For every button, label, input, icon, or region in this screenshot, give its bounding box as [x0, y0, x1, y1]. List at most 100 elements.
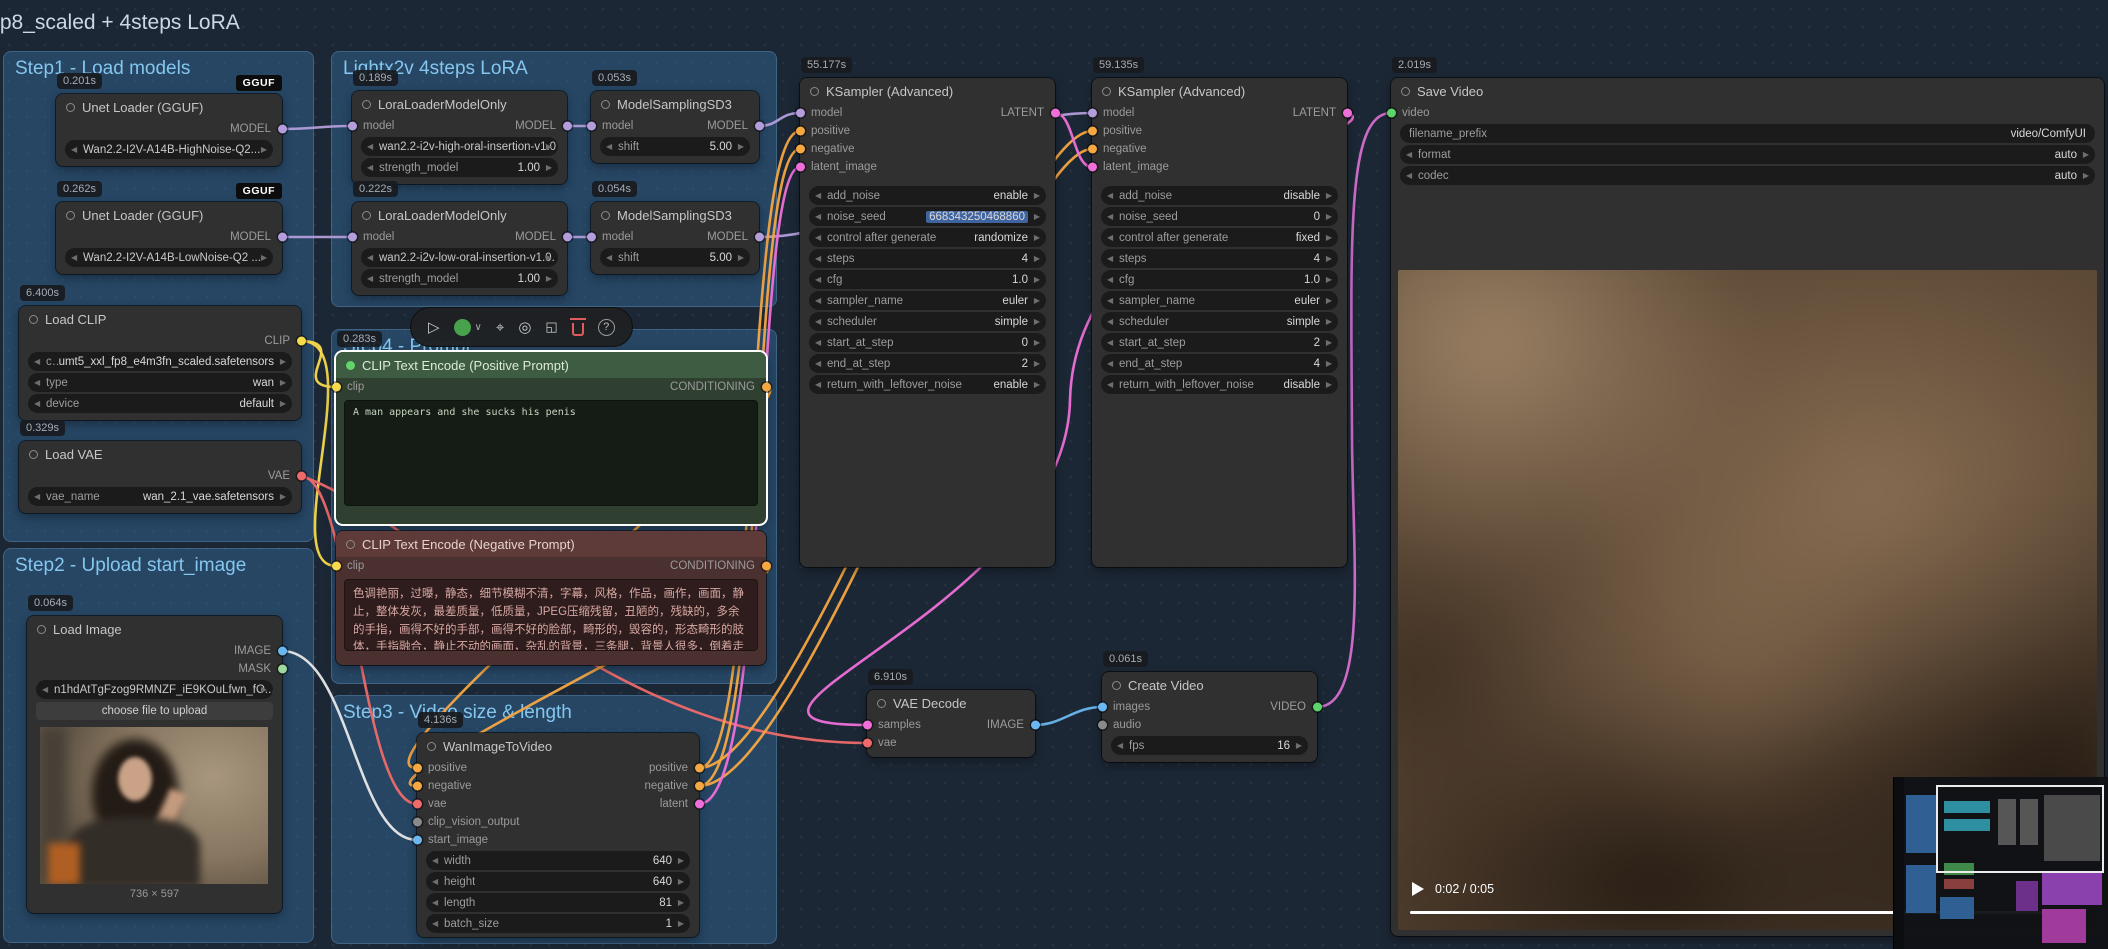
- next-value-icon[interactable]: [546, 158, 552, 177]
- node-title-bar[interactable]: Unet Loader (GGUF): [56, 202, 282, 228]
- input-dot-model[interactable]: [347, 232, 357, 242]
- widget-unet-name[interactable]: Wan2.2-I2V-A14B-HighNoise-Q2...: [65, 140, 273, 159]
- input-dot-conditioning[interactable]: [1087, 144, 1097, 154]
- widget-steps[interactable]: steps 4: [809, 249, 1046, 268]
- input-dot-model[interactable]: [586, 121, 596, 131]
- output-dot-mask[interactable]: [277, 664, 287, 674]
- prev-value-icon[interactable]: [1406, 145, 1412, 164]
- prev-value-icon[interactable]: [34, 394, 40, 413]
- input-dot-image[interactable]: [1097, 702, 1107, 712]
- node-title-bar[interactable]: LoraLoaderModelOnly: [352, 202, 567, 228]
- output-dot-conditioning[interactable]: [761, 382, 771, 392]
- node-title-bar[interactable]: CLIP Text Encode (Positive Prompt): [336, 352, 766, 378]
- output-dot-model[interactable]: [562, 232, 572, 242]
- output-dot-conditioning[interactable]: [694, 781, 704, 791]
- widget-height[interactable]: height 640: [426, 872, 690, 891]
- node-vae-decode[interactable]: 6.910s VAE Decode samples IMAGE vae: [862, 669, 1040, 757]
- output-dot-vae[interactable]: [296, 471, 306, 481]
- node-title-bar[interactable]: Save Video: [1391, 78, 2104, 104]
- node-ksampler-advanced-2[interactable]: 59.135s KSampler (Advanced) model LATENT …: [1087, 57, 1352, 567]
- run-button[interactable]: [453, 318, 471, 336]
- zoom-to-fit-icon[interactable]: [496, 319, 504, 336]
- widget-strength-model[interactable]: strength_model 1.00: [361, 158, 558, 177]
- node-model-sampling-sd3-low[interactable]: 0.054s ModelSamplingSD3 model MODEL shift…: [586, 181, 764, 274]
- input-dot-model[interactable]: [795, 108, 805, 118]
- next-value-icon[interactable]: [2083, 145, 2089, 164]
- next-value-icon[interactable]: [1034, 249, 1040, 268]
- node-lora-loader-high[interactable]: 0.189s LoraLoaderModelOnly model MODEL wa…: [347, 70, 572, 184]
- widget-end-at-step[interactable]: end_at_step 2: [809, 354, 1046, 373]
- input-dot-conditioning[interactable]: [795, 144, 805, 154]
- node-unet-loader-gguf-low[interactable]: 0.262s GGUF Unet Loader (GGUF) MODEL Wan…: [56, 181, 287, 274]
- node-model-sampling-sd3-high[interactable]: 0.053s ModelSamplingSD3 model MODEL shift…: [586, 70, 764, 163]
- output-dot-latent[interactable]: [694, 799, 704, 809]
- widget-fps[interactable]: fps 16: [1111, 736, 1308, 755]
- next-value-icon[interactable]: [678, 893, 684, 912]
- prev-value-icon[interactable]: [1107, 312, 1113, 331]
- prompt-textarea[interactable]: A man appears and she sucks his penis: [344, 400, 758, 506]
- next-value-icon[interactable]: [1034, 375, 1040, 394]
- prev-value-icon[interactable]: [71, 140, 77, 159]
- output-dot-model[interactable]: [754, 232, 764, 242]
- next-value-icon[interactable]: [1326, 333, 1332, 352]
- input-dot-latent[interactable]: [862, 720, 872, 730]
- node-ksampler-advanced-1[interactable]: 55.177s KSampler (Advanced) model LATENT …: [795, 57, 1060, 567]
- widget-scheduler[interactable]: scheduler simple: [809, 312, 1046, 331]
- widget-format[interactable]: format auto: [1400, 145, 2095, 164]
- prev-value-icon[interactable]: [71, 248, 77, 267]
- node-title-bar[interactable]: Load VAE: [19, 441, 301, 467]
- output-dot-conditioning[interactable]: [761, 561, 771, 571]
- prev-value-icon[interactable]: [367, 269, 373, 288]
- input-dot-conditioning[interactable]: [412, 763, 422, 773]
- prev-value-icon[interactable]: [815, 207, 821, 226]
- node-title-bar[interactable]: KSampler (Advanced): [800, 78, 1055, 104]
- widget-strength-model[interactable]: strength_model 1.00: [361, 269, 558, 288]
- next-value-icon[interactable]: [1034, 207, 1040, 226]
- minimap-viewport[interactable]: [1936, 785, 2104, 873]
- node-title-bar[interactable]: ModelSamplingSD3: [591, 91, 759, 117]
- widget-batch-size[interactable]: batch_size 1: [426, 914, 690, 933]
- prev-value-icon[interactable]: [1107, 354, 1113, 373]
- input-dot-latent[interactable]: [1087, 162, 1097, 172]
- prev-value-icon[interactable]: [815, 228, 821, 247]
- prev-value-icon[interactable]: [367, 158, 373, 177]
- widget-control-after-generate[interactable]: control after generate randomize: [809, 228, 1046, 247]
- prev-value-icon[interactable]: [34, 487, 40, 506]
- widget-end-at-step[interactable]: end_at_step 4: [1101, 354, 1338, 373]
- play-icon[interactable]: [428, 318, 440, 336]
- collapse-icon[interactable]: [545, 319, 557, 335]
- node-title-bar[interactable]: Load CLIP: [19, 306, 301, 332]
- prev-value-icon[interactable]: [815, 354, 821, 373]
- prev-value-icon[interactable]: [606, 248, 612, 267]
- widget-noise-seed[interactable]: noise_seed 0: [1101, 207, 1338, 226]
- next-value-icon[interactable]: [1326, 249, 1332, 268]
- node-title-bar[interactable]: CLIP Text Encode (Negative Prompt): [336, 531, 766, 557]
- prev-value-icon[interactable]: [815, 249, 821, 268]
- next-value-icon[interactable]: [261, 248, 267, 267]
- prev-value-icon[interactable]: [367, 248, 373, 267]
- node-wan-image-to-video[interactable]: 4.136s WanImageToVideo positive positive …: [412, 712, 704, 937]
- prev-value-icon[interactable]: [432, 851, 438, 870]
- input-dot-model[interactable]: [1087, 108, 1097, 118]
- prev-value-icon[interactable]: [42, 680, 48, 699]
- next-value-icon[interactable]: [1296, 736, 1302, 755]
- prev-value-icon[interactable]: [1406, 166, 1412, 185]
- widget-add-noise[interactable]: add_noise disable: [1101, 186, 1338, 205]
- next-value-icon[interactable]: [280, 352, 286, 371]
- output-dot-model[interactable]: [277, 232, 287, 242]
- input-dot-video[interactable]: [1386, 108, 1396, 118]
- node-title-bar[interactable]: ModelSamplingSD3: [591, 202, 759, 228]
- node-title-bar[interactable]: LoraLoaderModelOnly: [352, 91, 567, 117]
- widget-control-after-generate[interactable]: control after generate fixed: [1101, 228, 1338, 247]
- next-value-icon[interactable]: [1326, 270, 1332, 289]
- next-value-icon[interactable]: [280, 394, 286, 413]
- widget-vae-name[interactable]: vae_name wan_2.1_vae.safetensors: [28, 487, 292, 506]
- next-value-icon[interactable]: [1034, 228, 1040, 247]
- next-value-icon[interactable]: [546, 248, 552, 267]
- output-dot-conditioning[interactable]: [694, 763, 704, 773]
- next-value-icon[interactable]: [1034, 186, 1040, 205]
- prev-value-icon[interactable]: [1107, 270, 1113, 289]
- output-dot-model[interactable]: [754, 121, 764, 131]
- choose-file-button[interactable]: choose file to upload: [36, 702, 273, 720]
- next-value-icon[interactable]: [1326, 354, 1332, 373]
